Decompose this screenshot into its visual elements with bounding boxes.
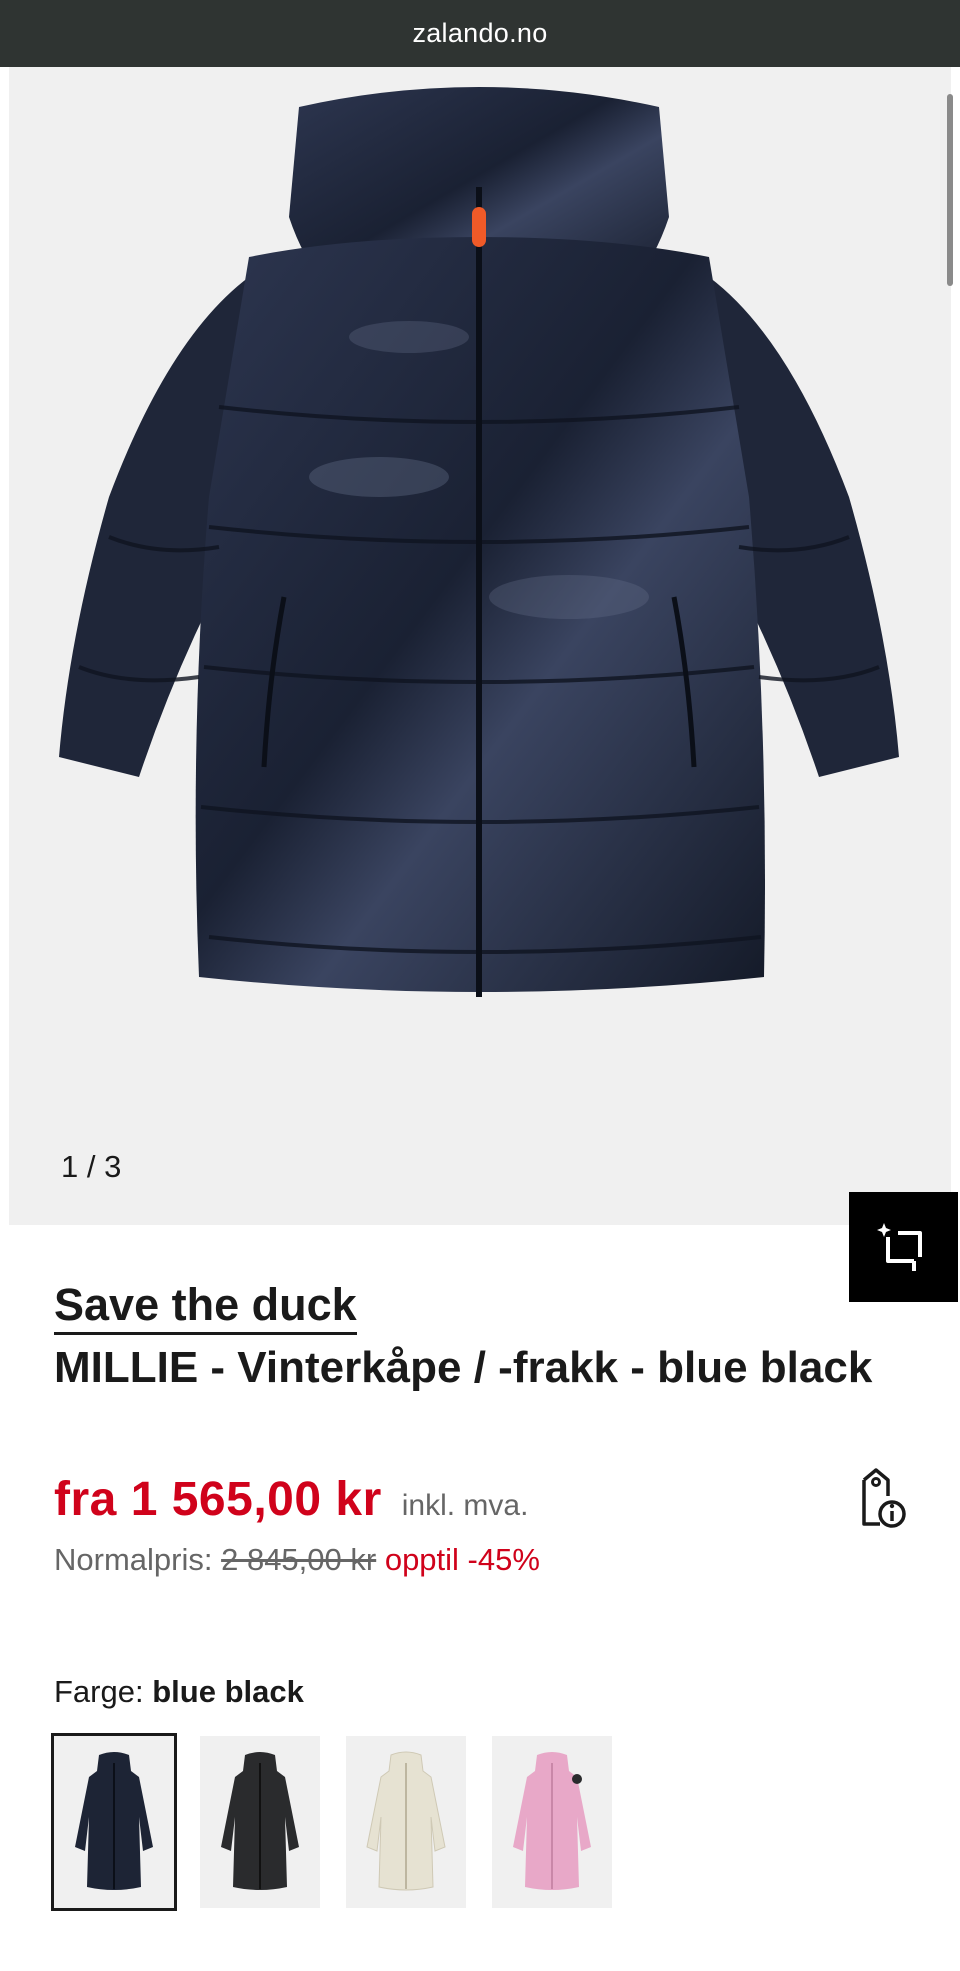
swatch-coat-thumbnail xyxy=(366,1751,446,1891)
color-swatch-pink[interactable] xyxy=(492,1736,612,1908)
sale-price: fra 1 565,00 kr xyxy=(54,1473,382,1526)
normal-price-row: Normalpris: 2 845,00 kr opptil -45% xyxy=(54,1542,540,1578)
swatch-coat-thumbnail xyxy=(75,1752,153,1890)
normal-price-value: 2 845,00 kr xyxy=(221,1542,377,1577)
color-swatch-cream[interactable] xyxy=(346,1736,466,1908)
discount-badge: opptil -45% xyxy=(384,1542,540,1577)
visual-search-button[interactable] xyxy=(849,1192,958,1302)
crop-sparkle-icon xyxy=(876,1223,922,1271)
color-label: Farge: blue black xyxy=(54,1674,304,1710)
color-swatch-black[interactable] xyxy=(200,1736,320,1908)
url-text: zalando.no xyxy=(412,18,548,48)
product-image-gallery[interactable]: 1 / 3 xyxy=(9,67,951,1225)
normal-price-label: Normalpris: xyxy=(54,1542,213,1577)
product-title: MILLIE - Vinterkåpe / -frakk - blue blac… xyxy=(54,1343,873,1392)
swatch-coat-thumbnail xyxy=(513,1752,591,1890)
price-tag-info-icon[interactable] xyxy=(850,1468,910,1535)
image-counter: 1 / 3 xyxy=(61,1149,122,1184)
color-label-text: Farge: xyxy=(54,1674,144,1709)
product-image-coat xyxy=(59,87,899,997)
color-swatch-blue-black[interactable] xyxy=(51,1733,177,1911)
browser-url-bar[interactable]: zalando.no xyxy=(0,0,960,67)
page-scrollbar[interactable] xyxy=(947,94,953,286)
color-swatches xyxy=(51,1733,612,1911)
swatch-coat-thumbnail xyxy=(221,1752,299,1890)
brand-link[interactable]: Save the duck xyxy=(54,1280,357,1335)
vat-note: inkl. mva. xyxy=(401,1489,529,1522)
selected-color-name: blue black xyxy=(152,1674,304,1709)
price-row: fra 1 565,00 kr inkl. mva. xyxy=(54,1472,528,1527)
